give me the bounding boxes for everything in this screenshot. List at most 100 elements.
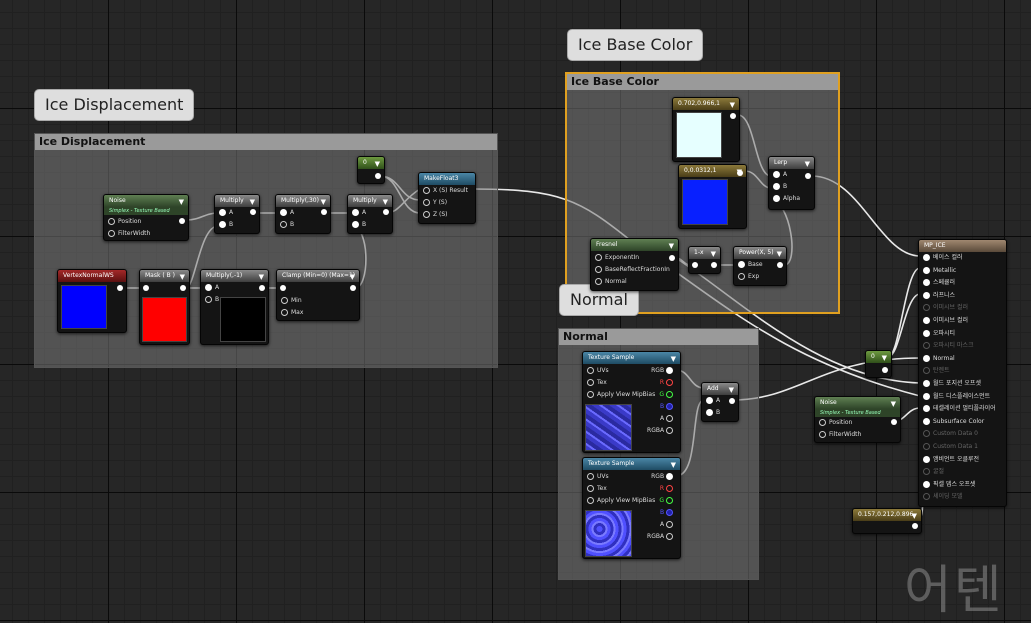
material-input-pin[interactable]: 이미시브 컬러: [919, 302, 1006, 315]
input-pin-mipbias[interactable]: Apply View MipBias: [587, 391, 655, 398]
fresnel-node[interactable]: Fresnel ▼ ExponentIn BaseReflectFractionI…: [590, 238, 679, 291]
noise-node[interactable]: Noise ▼ Simplex - Texture Based Position …: [103, 194, 189, 241]
output-pin[interactable]: [669, 255, 675, 261]
input-pin-b[interactable]: B: [706, 409, 720, 416]
chevron-down-icon[interactable]: ▼: [671, 353, 676, 364]
material-input-pin[interactable]: 오파시티: [919, 328, 1006, 341]
input-pin-max[interactable]: Max: [281, 309, 303, 316]
input-pin-alpha[interactable]: Alpha: [773, 195, 800, 202]
output-pin[interactable]: [711, 262, 717, 268]
vertex-normal-node[interactable]: VertexNormalWS: [57, 269, 127, 333]
chevron-down-icon[interactable]: ▼: [805, 158, 810, 169]
chevron-down-icon[interactable]: ▼: [179, 196, 184, 207]
input-pin[interactable]: [280, 285, 286, 291]
output-pin[interactable]: [777, 262, 783, 268]
constant3-blue-node[interactable]: 0,0.0312,1▼: [678, 164, 747, 229]
constant3-sss-node[interactable]: 0.157,0.212,0.896 ▼: [852, 508, 922, 534]
material-result-node[interactable]: MP_ICE 베이스 컬러 Metallic 스페큘러 러프니스 이미시브 컬러 이미시브…: [918, 239, 1007, 507]
input-pin-b[interactable]: B: [280, 221, 294, 228]
material-input-pin[interactable]: 굴절: [919, 466, 1006, 479]
output-pin-b[interactable]: B: [660, 403, 676, 410]
input-pin-a[interactable]: A: [773, 171, 787, 178]
multiply-node[interactable]: Multiply ▼ A B: [347, 194, 393, 234]
output-pin[interactable]: [912, 523, 918, 529]
material-input-pin[interactable]: 테셀레이션 멀티플라이어: [919, 403, 1006, 416]
chevron-down-icon[interactable]: ▼: [321, 196, 326, 207]
output-pin[interactable]: [117, 285, 123, 291]
chevron-down-icon[interactable]: ▼: [882, 352, 887, 363]
input-pin-exponentin[interactable]: ExponentIn: [595, 254, 639, 261]
output-pin[interactable]: [737, 170, 743, 176]
material-input-pin[interactable]: 픽셀 뎁스 오프셋: [919, 479, 1006, 492]
input-pin-y[interactable]: Y (S): [423, 199, 447, 206]
input-pin-b[interactable]: B: [219, 221, 233, 228]
output-pin[interactable]: [730, 113, 736, 119]
chevron-down-icon[interactable]: ▼: [350, 271, 355, 282]
output-pin[interactable]: [805, 173, 811, 179]
one-minus-node[interactable]: 1-x ▼: [688, 246, 721, 274]
input-pin-position[interactable]: Position: [108, 218, 141, 225]
output-pin[interactable]: [350, 285, 356, 291]
input-pin-position[interactable]: Position: [819, 419, 852, 426]
chevron-down-icon[interactable]: ▼: [259, 271, 264, 282]
texture-sample-node[interactable]: Texture Sample ▼ UVs Tex Apply View MipBi…: [582, 351, 681, 453]
chevron-down-icon[interactable]: ▼: [729, 384, 734, 395]
comment-bubble-ice-base-color[interactable]: Ice Base Color: [567, 29, 704, 61]
multiply-neg1-node[interactable]: Multiply(,-1) ▼ A B: [200, 269, 269, 345]
input-pin-basereflect[interactable]: BaseReflectFractionIn: [595, 266, 670, 273]
chevron-down-icon[interactable]: ▼: [669, 240, 674, 251]
input-pin-uvs[interactable]: UVs: [587, 367, 609, 374]
material-input-pin[interactable]: 월드 포지션 오프셋: [919, 378, 1006, 391]
output-pin-rgba[interactable]: RGBA: [647, 533, 676, 540]
input-pin-a[interactable]: A: [219, 209, 233, 216]
input-pin-z[interactable]: Z (S): [423, 211, 448, 218]
mask-node[interactable]: Mask ( B ) ▼: [139, 269, 190, 345]
output-pin[interactable]: [729, 398, 735, 404]
input-pin-exp[interactable]: Exp: [738, 273, 759, 280]
output-pin[interactable]: [250, 209, 256, 215]
material-input-pin[interactable]: Normal: [919, 353, 1006, 366]
chevron-down-icon[interactable]: ▼: [891, 398, 896, 409]
output-pin-a[interactable]: A: [660, 415, 676, 422]
input-pin-b[interactable]: B: [352, 221, 366, 228]
material-input-pin[interactable]: Metallic: [919, 265, 1006, 278]
material-input-pin[interactable]: 앰비언트 오클루전: [919, 454, 1006, 467]
comment-bubble-ice-displacement[interactable]: Ice Displacement: [34, 89, 195, 121]
input-pin-a[interactable]: A: [205, 284, 219, 291]
output-pin[interactable]: [882, 367, 888, 373]
chevron-down-icon[interactable]: ▼: [375, 158, 380, 169]
chevron-down-icon[interactable]: ▼: [730, 99, 735, 110]
material-input-pin[interactable]: 스페큘러: [919, 277, 1006, 290]
input-pin-uvs[interactable]: UVs: [587, 473, 609, 480]
noise-node[interactable]: Noise ▼ Simplex - Texture Based Position …: [814, 396, 901, 443]
output-pin[interactable]: [321, 209, 327, 215]
output-pin[interactable]: [375, 173, 381, 179]
add-node[interactable]: Add ▼ A B: [701, 382, 739, 422]
material-input-pin[interactable]: 오파시티 마스크: [919, 340, 1006, 353]
input-pin-filterwidth[interactable]: FilterWidth: [108, 230, 150, 237]
output-pin-g[interactable]: G: [659, 391, 676, 398]
output-pin-b[interactable]: B: [660, 509, 676, 516]
input-pin-min[interactable]: Min: [281, 297, 302, 304]
chevron-down-icon[interactable]: ▼: [671, 459, 676, 470]
output-pin-rgba[interactable]: RGBA: [647, 427, 676, 434]
chevron-down-icon[interactable]: ▼: [250, 196, 255, 207]
input-pin-b[interactable]: B: [205, 296, 219, 303]
input-pin-a[interactable]: A: [280, 209, 294, 216]
input-pin-tex[interactable]: Tex: [587, 485, 607, 492]
input-pin-a[interactable]: A: [706, 397, 720, 404]
chevron-down-icon[interactable]: ▼: [912, 510, 917, 521]
output-pin-rgb[interactable]: RGB: [651, 473, 676, 480]
constant3-white-node[interactable]: 0.702,0.966,1 ▼: [672, 97, 740, 162]
clamp-node[interactable]: Clamp (Min=0) (Max=1) ▼ Min Max: [276, 269, 360, 321]
output-pin-a[interactable]: A: [660, 521, 676, 528]
material-input-pin[interactable]: Subsurface Color: [919, 416, 1006, 429]
output-pin[interactable]: [180, 285, 186, 291]
output-pin[interactable]: [891, 419, 897, 425]
output-pin-g[interactable]: G: [659, 497, 676, 504]
chevron-down-icon[interactable]: ▼: [180, 271, 185, 282]
output-pin[interactable]: [383, 209, 389, 215]
material-input-pin[interactable]: 셰이딩 모델: [919, 491, 1006, 504]
lerp-node[interactable]: Lerp ▼ A B Alpha: [768, 156, 815, 210]
constant-node[interactable]: 0 ▼: [865, 350, 892, 378]
